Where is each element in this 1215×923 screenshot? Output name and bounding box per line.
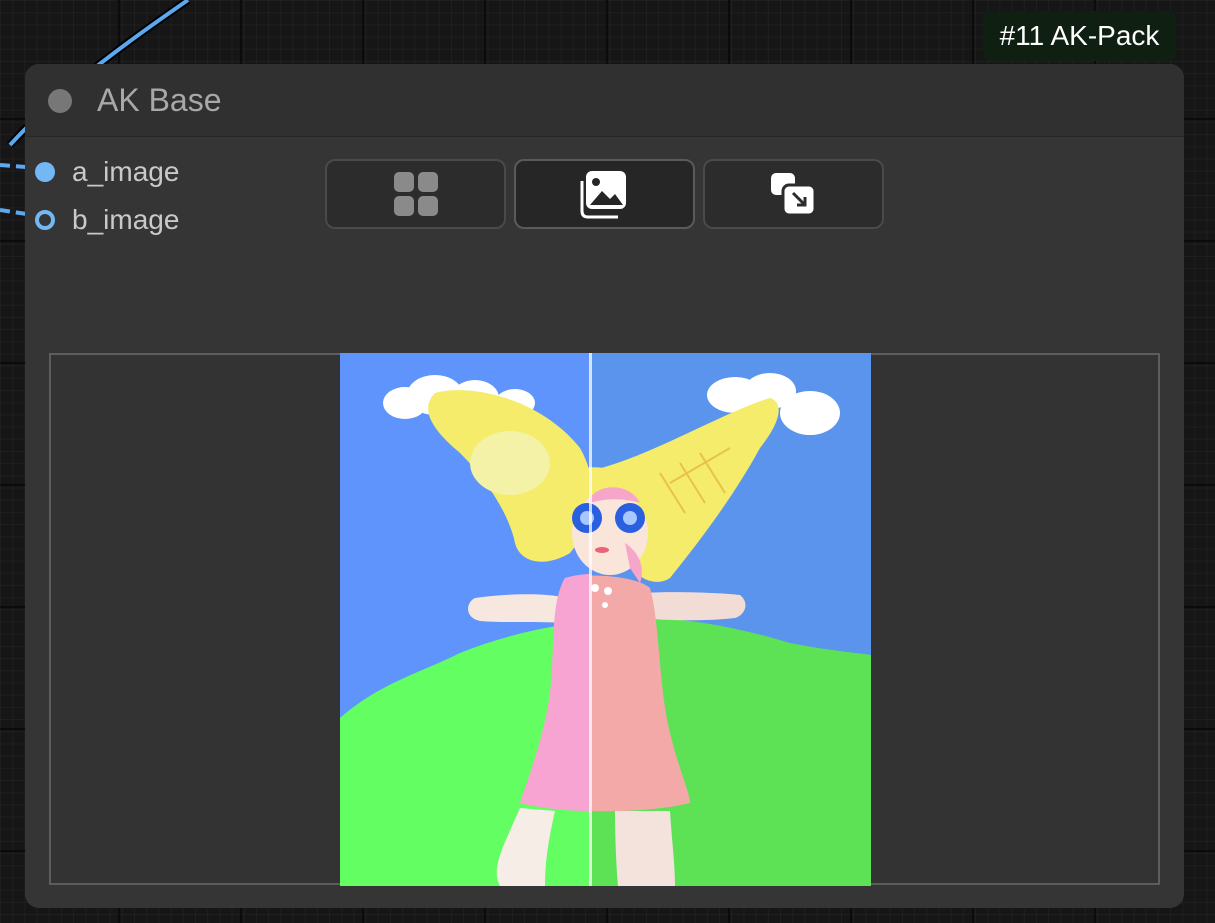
node-title: AK Base <box>97 82 222 118</box>
node-id-badge: #11 AK-Pack <box>983 11 1176 61</box>
anime-girl-illustration <box>340 353 871 886</box>
grid-icon <box>393 172 438 216</box>
single-image-button[interactable] <box>514 159 695 229</box>
slot-label: b_image <box>72 204 180 235</box>
input-slot-a-image[interactable]: a_image <box>35 154 179 190</box>
image-compare-viewer[interactable] <box>49 353 1160 886</box>
compare-images-button[interactable] <box>703 159 884 229</box>
compare-image[interactable] <box>340 353 871 886</box>
slot-label: a_image <box>72 156 180 187</box>
ak-base-node[interactable]: AK Base a_image b_image <box>25 64 1184 908</box>
image-icon <box>580 171 626 219</box>
compare-split-handle[interactable] <box>589 353 592 886</box>
node-header[interactable]: AK Base <box>25 64 1184 137</box>
input-slot-b-image[interactable]: b_image <box>35 202 179 238</box>
slot-connector-icon[interactable] <box>35 162 55 182</box>
collapse-dot-icon[interactable] <box>48 89 72 113</box>
slot-connector-icon[interactable] <box>35 210 55 230</box>
swap-images-icon <box>770 173 816 217</box>
grid-view-button[interactable] <box>325 159 506 229</box>
